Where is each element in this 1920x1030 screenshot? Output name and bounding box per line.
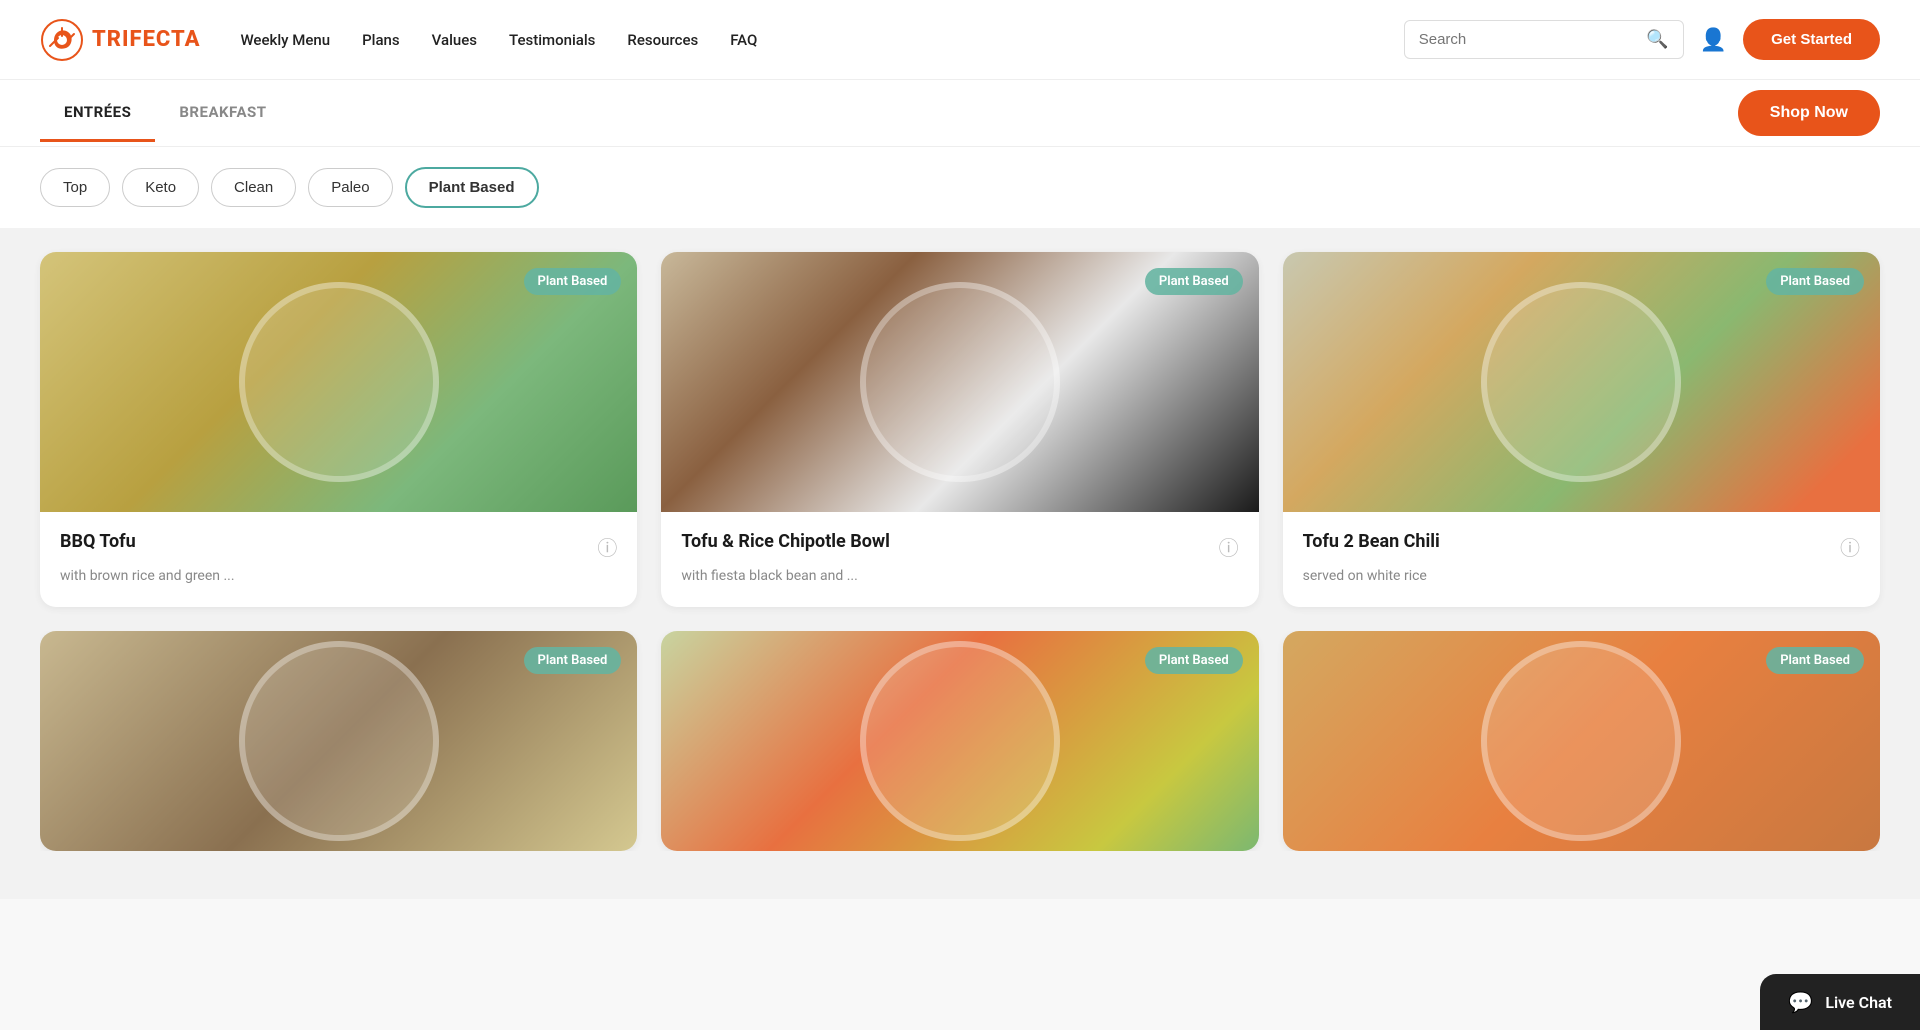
logo[interactable]: TRIFECTA (40, 18, 200, 62)
chat-icon: 💬 (1788, 990, 1813, 1014)
badge-bottom-3: Plant Based (1766, 647, 1864, 674)
info-icon-tofu-chili[interactable]: ⓘ (1840, 532, 1860, 561)
card-tofu-chili: Plant Based Tofu 2 Bean Chili ⓘ served o… (1283, 252, 1880, 607)
badge-bbq-tofu: Plant Based (524, 268, 622, 295)
card-title-row-3: Tofu 2 Bean Chili ⓘ (1303, 530, 1860, 561)
card-body-tofu-rice: Tofu & Rice Chipotle Bowl ⓘ with fiesta … (661, 512, 1258, 607)
filter-plant-based[interactable]: Plant Based (405, 167, 539, 208)
nav-testimonials[interactable]: Testimonials (509, 31, 595, 49)
cards-grid-top: Plant Based BBQ Tofu ⓘ with brown rice a… (40, 252, 1880, 607)
info-icon-tofu-rice[interactable]: ⓘ (1219, 532, 1239, 561)
card-bottom-2: Plant Based (661, 631, 1258, 851)
card-body-tofu-chili: Tofu 2 Bean Chili ⓘ served on white rice (1283, 512, 1880, 607)
card-title-bbq-tofu: BBQ Tofu (60, 530, 136, 553)
search-icon: 🔍 (1646, 29, 1668, 49)
card-title-tofu-chili: Tofu 2 Bean Chili (1303, 530, 1440, 553)
info-icon-bbq-tofu[interactable]: ⓘ (597, 532, 617, 561)
logo-text: TRIFECTA (92, 27, 200, 52)
card-title-row: BBQ Tofu ⓘ (60, 530, 617, 561)
card-image-bottom-3: Plant Based (1283, 631, 1880, 851)
header: TRIFECTA Weekly Menu Plans Values Testim… (0, 0, 1920, 80)
tab-entrees[interactable]: ENTRÉES (40, 85, 155, 142)
badge-tofu-chili: Plant Based (1766, 268, 1864, 295)
card-image-bottom-1: Plant Based (40, 631, 637, 851)
search-bar: 🔍 (1404, 20, 1684, 59)
plate-circle (239, 282, 439, 482)
filter-keto[interactable]: Keto (122, 168, 199, 207)
live-chat-widget[interactable]: 💬 Live Chat (1760, 974, 1920, 1030)
nav-resources[interactable]: Resources (627, 31, 698, 49)
shop-now-button[interactable]: Shop Now (1738, 90, 1880, 136)
user-account-button[interactable]: 👤 (1700, 27, 1727, 53)
badge-bottom-1: Plant Based (524, 647, 622, 674)
card-image-tofu-rice: Plant Based (661, 252, 1258, 512)
plate-circle-2 (860, 282, 1060, 482)
card-bottom-3: Plant Based (1283, 631, 1880, 851)
logo-icon (40, 18, 84, 62)
card-bottom-1: Plant Based (40, 631, 637, 851)
card-image-bbq-tofu: Plant Based (40, 252, 637, 512)
live-chat-label: Live Chat (1825, 993, 1892, 1012)
card-title-row-2: Tofu & Rice Chipotle Bowl ⓘ (681, 530, 1238, 561)
header-right: 🔍 👤 Get Started (1404, 19, 1880, 60)
tabs: ENTRÉES BREAKFAST (40, 85, 291, 142)
search-input[interactable] (1419, 31, 1647, 48)
plate-circle-b1 (239, 641, 439, 841)
filter-section: Top Keto Clean Paleo Plant Based (0, 147, 1920, 228)
card-image-tofu-chili: Plant Based (1283, 252, 1880, 512)
badge-bottom-2: Plant Based (1145, 647, 1243, 674)
user-icon: 👤 (1700, 27, 1727, 52)
filter-clean[interactable]: Clean (211, 168, 296, 207)
plate-circle-b2 (860, 641, 1060, 841)
card-desc-bbq-tofu: with brown rice and green ... (60, 567, 617, 587)
card-desc-tofu-rice: with fiesta black bean and ... (681, 567, 1238, 587)
card-image-bottom-2: Plant Based (661, 631, 1258, 851)
nav-weekly-menu[interactable]: Weekly Menu (240, 31, 330, 49)
tab-breakfast[interactable]: BREAKFAST (155, 85, 290, 142)
filter-top[interactable]: Top (40, 168, 110, 207)
badge-tofu-rice: Plant Based (1145, 268, 1243, 295)
card-tofu-rice: Plant Based Tofu & Rice Chipotle Bowl ⓘ … (661, 252, 1258, 607)
search-icon-button[interactable]: 🔍 (1646, 29, 1668, 50)
nav-values[interactable]: Values (432, 31, 477, 49)
main-content: Plant Based BBQ Tofu ⓘ with brown rice a… (0, 228, 1920, 899)
nav-faq[interactable]: FAQ (730, 31, 757, 49)
card-bbq-tofu: Plant Based BBQ Tofu ⓘ with brown rice a… (40, 252, 637, 607)
main-nav: Weekly Menu Plans Values Testimonials Re… (240, 31, 1403, 49)
plate-circle-3 (1481, 282, 1681, 482)
nav-plans[interactable]: Plans (362, 31, 400, 49)
get-started-button[interactable]: Get Started (1743, 19, 1880, 60)
plate-circle-b3 (1481, 641, 1681, 841)
card-body-bbq-tofu: BBQ Tofu ⓘ with brown rice and green ... (40, 512, 637, 607)
filter-paleo[interactable]: Paleo (308, 168, 392, 207)
cards-grid-bottom: Plant Based Plant Based Plant Based (40, 631, 1880, 851)
tabs-section: ENTRÉES BREAKFAST Shop Now (0, 80, 1920, 147)
card-desc-tofu-chili: served on white rice (1303, 567, 1860, 587)
card-title-tofu-rice: Tofu & Rice Chipotle Bowl (681, 530, 890, 553)
